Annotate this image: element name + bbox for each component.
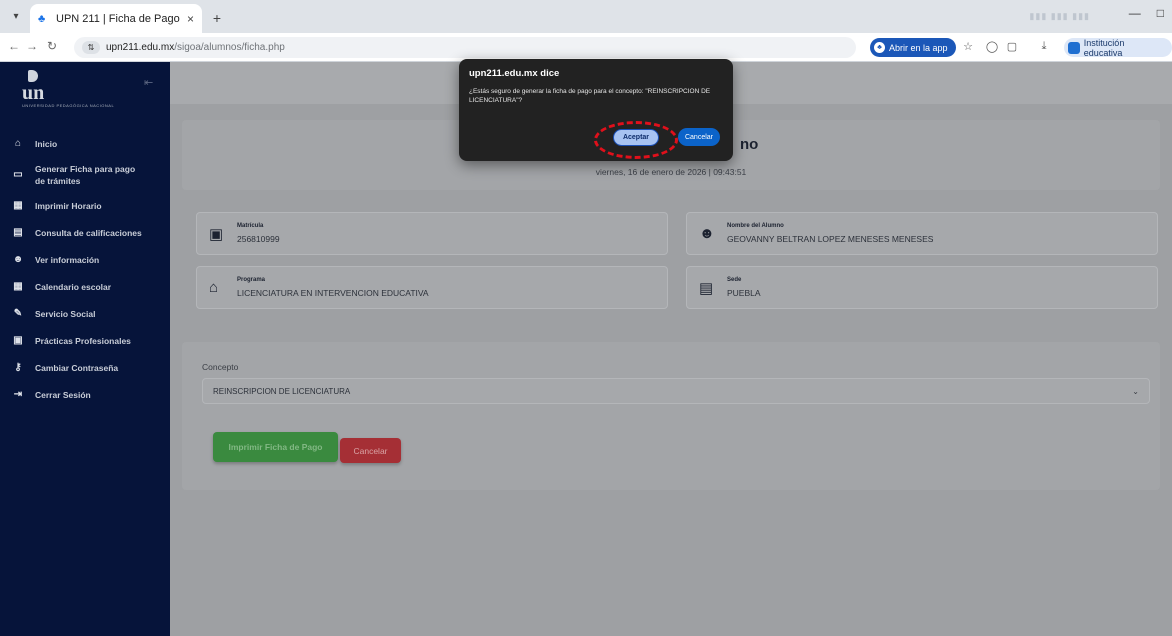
profile-label: Institución educativa <box>1083 37 1125 58</box>
dialog-title: upn211.edu.mx dice <box>469 68 560 79</box>
site-info-icon[interactable]: ⇅ <box>82 41 100 54</box>
payment-form-card <box>182 342 1160 490</box>
reload-icon[interactable]: ↻ <box>44 39 60 53</box>
briefcase-icon: ▣ <box>13 335 23 346</box>
feather-icon: ✎ <box>13 308 23 319</box>
sidebar-item-label: Servicio Social <box>35 309 96 319</box>
nombre-value: GEOVANNY BELTRAN LOPEZ MENESES MENESES <box>727 234 934 244</box>
graduation-cap-icon: ⌂ <box>209 279 219 296</box>
extensions-puzzle-icon[interactable]: ▢ <box>1004 40 1020 53</box>
concepto-selected-value: REINSCRIPCION DE LICENCIATURA <box>213 386 351 396</box>
current-datetime: viernes, 16 de enero de 2026 | 09:43:51 <box>595 167 747 177</box>
sidebar-item-cambiar-contrasena[interactable]: ⚷ Cambiar Contraseña <box>0 362 170 374</box>
sidebar-item-servicio-social[interactable]: ✎ Servicio Social <box>0 308 170 320</box>
collapse-sidebar-icon[interactable]: ⇤ <box>144 76 153 89</box>
id-card-icon: ▣ <box>209 226 224 243</box>
open-in-app-button[interactable]: ♣ Abrir en la app <box>870 38 956 57</box>
cancel-button[interactable]: Cancelar <box>340 438 401 463</box>
browser-toolbar: ← → ↻ ⇅ upn211.edu.mx/sigoa/alumnos/fich… <box>0 33 1172 62</box>
window-controls: — □ <box>1129 6 1164 20</box>
sede-card: ▤ Sede PUEBLA <box>686 266 1158 309</box>
key-icon: ⚷ <box>14 362 22 373</box>
concepto-select[interactable]: REINSCRIPCION DE LICENCIATURA ⌄ <box>202 378 1150 404</box>
sidebar-item-label: Ver información <box>35 255 100 265</box>
sidebar-nav: ⌂ Inicio ▭ Generar Ficha para pago de tr… <box>0 138 170 401</box>
sidebar-item-label: Prácticas Profesionales <box>35 336 131 346</box>
card-icon: ▭ <box>13 169 23 180</box>
extension-icon[interactable]: ◯ <box>984 40 1000 53</box>
sede-label: Sede <box>727 277 742 283</box>
sidebar-item-inicio[interactable]: ⌂ Inicio <box>0 138 170 150</box>
browser-tab[interactable]: ♣ UPN 211 | Ficha de Pago × <box>30 4 202 33</box>
dialog-message: ¿Estás seguro de generar la ficha de pag… <box>469 88 711 104</box>
sidebar: un UNIVERSIDAD PEDAGÓGICA NACIONAL ⇤ ⌂ I… <box>0 62 170 636</box>
restore-button[interactable]: □ <box>1157 6 1164 20</box>
logout-icon: ⇥ <box>13 389 23 400</box>
forward-arrow-icon[interactable]: → <box>24 39 40 53</box>
tab-close-icon[interactable]: × <box>187 12 194 26</box>
logo-text: un <box>22 82 45 104</box>
minimize-button[interactable]: — <box>1129 6 1141 20</box>
app-icon: ♣ <box>874 42 885 53</box>
sidebar-item-practicas[interactable]: ▣ Prácticas Profesionales <box>0 335 170 347</box>
dialog-cancel-button[interactable]: Cancelar <box>678 128 720 146</box>
sidebar-item-label: Cerrar Sesión <box>35 390 91 400</box>
building-icon: ▤ <box>699 280 714 297</box>
sede-value: PUEBLA <box>727 288 761 298</box>
user-icon: ☻ <box>12 254 24 265</box>
url-path: /sigoa/alumnos/ficha.php <box>174 42 285 53</box>
page-heading: no <box>740 136 759 153</box>
back-arrow-icon[interactable]: ← <box>6 39 22 53</box>
calendar-icon: ▦ <box>13 200 23 211</box>
sidebar-item-label: Generar Ficha para pago de trámites <box>35 164 136 186</box>
matricula-label: Matrícula <box>237 223 264 229</box>
upn-logo: un UNIVERSIDAD PEDAGÓGICA NACIONAL <box>22 70 114 108</box>
nombre-card: ☻ Nombre del Alumno GEOVANNY BELTRAN LOP… <box>686 212 1158 255</box>
sidebar-item-label: Consulta de calificaciones <box>35 228 142 238</box>
open-in-app-label: Abrir en la app <box>889 42 948 53</box>
new-tab-button[interactable]: + <box>207 8 227 28</box>
tab-search-icon[interactable]: ▾ <box>6 6 26 26</box>
sidebar-item-cerrar-sesion[interactable]: ⇥ Cerrar Sesión <box>0 389 170 401</box>
logo-subtext: UNIVERSIDAD PEDAGÓGICA NACIONAL <box>22 103 115 108</box>
sidebar-item-label: Calendario escolar <box>35 282 112 292</box>
programa-value: LICENCIATURA EN INTERVENCION EDUCATIVA <box>237 288 429 298</box>
download-icon[interactable]: ⤓ <box>1036 40 1052 53</box>
address-bar[interactable]: ⇅ upn211.edu.mx/sigoa/alumnos/ficha.php <box>74 37 856 58</box>
matricula-value: 256810999 <box>237 234 280 244</box>
matricula-card: ▣ Matrícula 256810999 <box>196 212 668 255</box>
sidebar-item-calificaciones[interactable]: ▤ Consulta de calificaciones <box>0 227 170 239</box>
browser-tab-strip: ▾ ♣ UPN 211 | Ficha de Pago × + ▮▮▮ ▮▮▮ … <box>0 0 1172 33</box>
url-domain: upn211.edu.mx <box>106 42 175 53</box>
tab-title: UPN 211 | Ficha de Pago <box>56 12 180 25</box>
programa-card: ⌂ Programa LICENCIATURA EN INTERVENCION … <box>196 266 668 309</box>
system-info-overlay: ▮▮▮ ▮▮▮ ▮▮▮ <box>1029 11 1090 21</box>
chevron-down-icon: ⌄ <box>1132 386 1139 396</box>
user-icon: ☻ <box>699 225 715 242</box>
calendar-icon: ▦ <box>13 281 23 292</box>
concepto-label: Concepto <box>202 362 239 372</box>
sidebar-item-generar-ficha[interactable]: ▭ Generar Ficha para pago de trámites <box>0 163 170 187</box>
print-payment-slip-button[interactable]: Imprimir Ficha de Pago <box>213 432 338 462</box>
sidebar-item-ver-informacion[interactable]: ☻ Ver información <box>0 254 170 266</box>
profile-button[interactable]: Institución educativa <box>1064 37 1172 58</box>
home-icon: ⌂ <box>14 138 22 149</box>
logo-mark <box>28 70 38 82</box>
programa-label: Programa <box>237 277 266 283</box>
bookmark-star-icon[interactable]: ☆ <box>960 40 976 53</box>
sidebar-item-label: Imprimir Horario <box>35 201 102 211</box>
profile-avatar-icon <box>1068 41 1080 54</box>
nombre-label: Nombre del Alumno <box>727 223 784 229</box>
accept-highlight-annotation <box>594 121 678 159</box>
sidebar-item-label: Cambiar Contraseña <box>35 363 119 373</box>
site-favicon-icon: ♣ <box>38 12 46 25</box>
sidebar-item-imprimir-horario[interactable]: ▦ Imprimir Horario <box>0 200 170 212</box>
file-icon: ▤ <box>13 227 23 238</box>
sidebar-item-label: Inicio <box>35 139 58 149</box>
sidebar-item-calendario[interactable]: ▦ Calendario escolar <box>0 281 170 293</box>
